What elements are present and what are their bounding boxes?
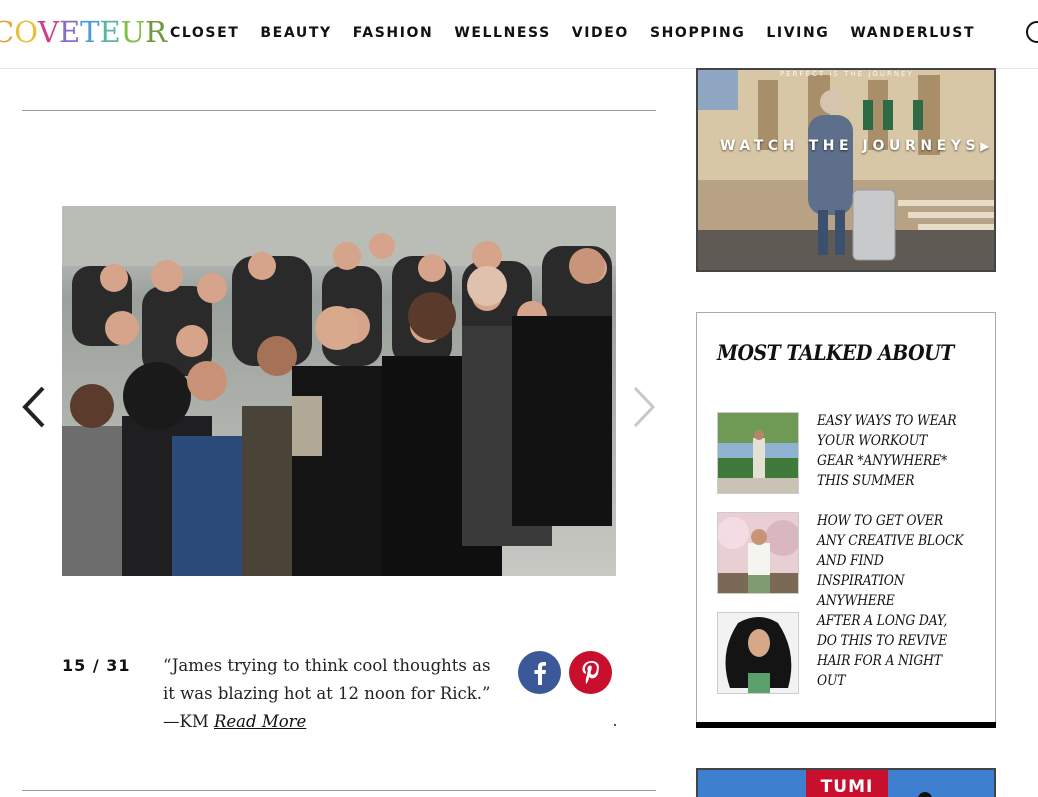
search-icon[interactable] [1026, 21, 1038, 43]
most-talked-item[interactable]: Easy Ways to Wear Your Workout Gear *Any… [717, 412, 977, 494]
logo-letter: O [14, 15, 38, 49]
play-triangle-icon: ▶ [980, 139, 990, 153]
slide-caption: “James trying to think cool thoughts as … [163, 652, 493, 736]
nav-item-wanderlust[interactable]: WANDERLUST [850, 22, 975, 44]
read-more-link[interactable]: Read More [214, 712, 306, 731]
ad-decor [918, 792, 932, 797]
story-thumbnail [717, 412, 799, 494]
widget-bottom-bar [696, 722, 996, 728]
nav-item-fashion[interactable]: FASHION [353, 22, 434, 44]
nav-item-video[interactable]: VIDEO [572, 22, 629, 44]
story-thumbnail [717, 612, 799, 694]
nav-item-wellness[interactable]: WELLNESS [454, 22, 550, 44]
chevron-left-icon[interactable] [20, 386, 50, 428]
facebook-share-button[interactable] [518, 651, 561, 694]
ad-banner-tumi[interactable]: TUMI [696, 768, 996, 797]
nav-item-shopping[interactable]: SHOPPING [650, 22, 745, 44]
story-title: Easy Ways to Wear Your Workout Gear *Any… [817, 413, 957, 489]
divider-dot [614, 724, 616, 726]
pinterest-share-button[interactable] [569, 651, 612, 694]
most-talked-widget: MOST TALKED ABOUT Easy Ways to Wear Your… [696, 312, 996, 728]
most-talked-item[interactable]: After a Long Day, Do This to Revive Hair… [717, 612, 977, 694]
ad-cta-label: WATCH THE JOURNEYS [720, 138, 981, 154]
story-thumbnail [717, 512, 799, 594]
slideshow-image [62, 206, 616, 576]
most-talked-item[interactable]: How to Get Over Any Creative Block and F… [717, 512, 977, 609]
logo-letter: V [37, 15, 59, 49]
ad-banner-journeys[interactable]: PERFECT IS THE JOURNEY WATCH THE JOURNEY… [696, 68, 996, 272]
ad-cta[interactable]: WATCH THE JOURNEYS▶ [720, 138, 989, 154]
divider [22, 110, 656, 111]
logo-letter: R [145, 15, 167, 49]
logo-letter: E [99, 15, 121, 49]
caption-text: “James trying to think cool thoughts as … [163, 656, 491, 731]
ad-strip-text: PERFECT IS THE JOURNEY [780, 70, 914, 78]
story-title: How to Get Over Any Creative Block and F… [817, 513, 964, 609]
logo-letter: E [58, 15, 81, 49]
site-header: COVETEUR CLOSET BEAUTY FASHION WELLNESS … [0, 0, 1038, 69]
widget-title: MOST TALKED ABOUT [717, 340, 954, 365]
chevron-right-icon[interactable] [630, 386, 660, 428]
pinterest-icon [582, 660, 599, 684]
story-title: After a Long Day, Do This to Revive Hair… [817, 613, 948, 689]
slide-counter: 15 / 31 [62, 656, 131, 675]
site-logo[interactable]: COVETEUR [0, 12, 167, 52]
facebook-icon [534, 661, 546, 685]
nav-item-living[interactable]: LIVING [766, 22, 829, 44]
nav-item-beauty[interactable]: BEAUTY [260, 22, 331, 44]
logo-letter: U [120, 15, 146, 49]
divider [22, 790, 656, 791]
main-nav: CLOSET BEAUTY FASHION WELLNESS VIDEO SHO… [170, 22, 996, 44]
nav-item-closet[interactable]: CLOSET [170, 22, 239, 44]
logo-letter: T [80, 15, 100, 49]
tumi-logo: TUMI [806, 770, 888, 797]
logo-letter: C [0, 15, 15, 49]
